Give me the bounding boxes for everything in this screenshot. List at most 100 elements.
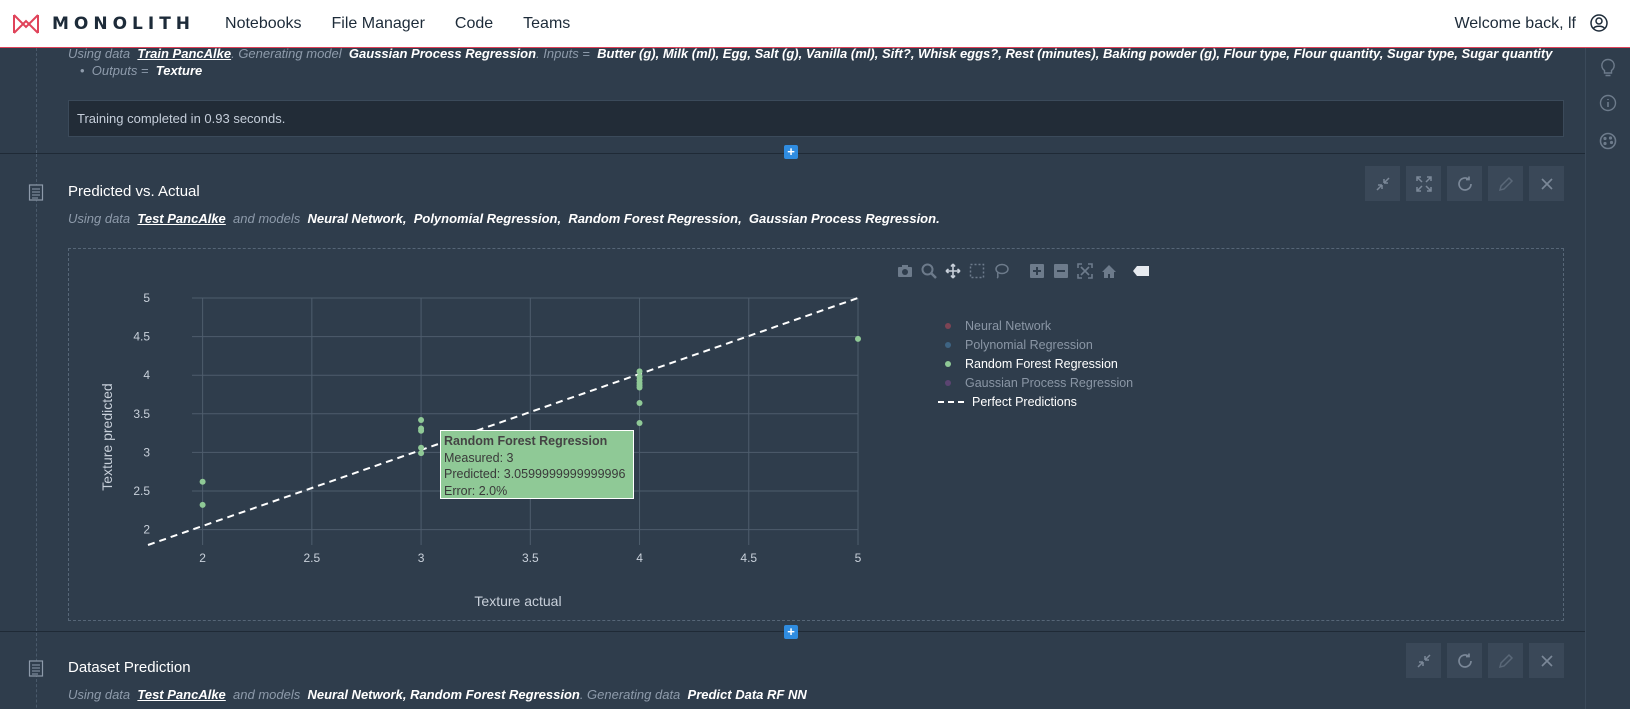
zoom-button[interactable] xyxy=(920,262,938,280)
pva-model-2: Polynomial Regression, xyxy=(413,211,562,226)
close-button[interactable] xyxy=(1529,643,1564,678)
legend-item-polynomial-regression[interactable]: Polynomial Regression xyxy=(938,335,1133,354)
refresh-icon xyxy=(1457,176,1472,191)
camera-icon xyxy=(898,265,912,277)
training-outputs: • Outputs = Texture xyxy=(80,63,203,78)
dataset-prediction-cell: Dataset Prediction Using data Test PancA… xyxy=(0,633,1585,709)
legend-item-neural-network[interactable]: Neural Network xyxy=(938,316,1133,335)
close-icon xyxy=(1540,177,1553,190)
monolith-logo-icon xyxy=(13,13,39,34)
expand-icon xyxy=(1415,175,1432,192)
dataset-link[interactable]: Test PancAlke xyxy=(137,687,225,702)
legend-item-gaussian-process-regression[interactable]: Gaussian Process Regression xyxy=(938,373,1133,392)
pva-model-1: Neural Network, xyxy=(307,211,407,226)
lightbulb-icon[interactable] xyxy=(1599,58,1617,78)
legend-line xyxy=(938,400,964,403)
tooltip-error: Error: 2.0% xyxy=(444,483,508,498)
plotly-logo-button[interactable] xyxy=(1132,262,1150,280)
legend-item-perfect-predictions[interactable]: Perfect Predictions xyxy=(938,392,1133,411)
info-icon[interactable] xyxy=(1599,94,1617,112)
palette-icon[interactable] xyxy=(1599,132,1617,150)
legend-label: Perfect Predictions xyxy=(972,394,1077,409)
edit-button[interactable] xyxy=(1488,166,1523,201)
top-navbar: MONOLITH Notebooks File Manager Code Tea… xyxy=(0,0,1630,48)
training-result: Training completed in 0.93 seconds. xyxy=(68,100,1564,137)
plotly-logo-icon xyxy=(1133,266,1149,276)
pan-button[interactable] xyxy=(944,262,962,280)
collapse-button[interactable] xyxy=(1365,166,1400,201)
legend-label: Random Forest Regression xyxy=(965,356,1118,371)
training-dataset-link[interactable]: Train PancAlke xyxy=(137,48,231,61)
welcome-text: Welcome back, lf xyxy=(1454,15,1576,32)
tooltip-measured: Measured: 3 xyxy=(444,450,514,465)
legend-item-random-forest-regression[interactable]: Random Forest Regression xyxy=(938,354,1133,373)
box-select-icon xyxy=(969,263,985,279)
refresh-button[interactable] xyxy=(1447,166,1482,201)
close-button[interactable] xyxy=(1529,166,1564,201)
nav-teams[interactable]: Teams xyxy=(523,15,570,33)
pan-icon xyxy=(945,263,961,279)
zoom-in-icon xyxy=(1030,264,1044,278)
legend-marker xyxy=(945,322,951,329)
plot-frame xyxy=(68,248,1564,621)
edit-button[interactable] xyxy=(1488,643,1523,678)
cell-title: Predicted vs. Actual xyxy=(68,183,200,200)
legend-label: Polynomial Regression xyxy=(965,337,1093,352)
hover-tooltip: Random Forest Regression Measured: 3 Pre… xyxy=(440,430,634,499)
box-select-button[interactable] xyxy=(968,262,986,280)
legend-label: Gaussian Process Regression xyxy=(965,375,1134,390)
tooltip-title: Random Forest Regression xyxy=(444,434,608,448)
user-icon[interactable] xyxy=(1590,14,1608,32)
chart-legend: Neural Network Polynomial Regression Ran… xyxy=(938,316,1133,411)
pva-model-4: Gaussian Process Regression. xyxy=(748,211,940,226)
zoom-icon xyxy=(921,263,937,279)
training-desc: Using data Train PancAlke. Generating mo… xyxy=(68,48,1553,61)
autoscale-icon xyxy=(1077,263,1093,279)
right-sidebar xyxy=(1585,48,1630,709)
lasso-icon xyxy=(995,263,1009,279)
legend-marker xyxy=(945,379,951,386)
document-icon xyxy=(28,184,44,201)
training-inputs: Butter (g), Milk (ml), Egg, Salt (g), Va… xyxy=(597,48,1553,61)
cell-gutter xyxy=(36,154,37,631)
generated-data: Predict Data RF NN xyxy=(687,687,807,702)
pva-dataset-link[interactable]: Test PancAlke xyxy=(137,211,225,226)
download-plot-button[interactable] xyxy=(896,262,914,280)
collapse-icon xyxy=(1416,653,1431,668)
tooltip-predicted: Predicted: 3.0599999999999996 xyxy=(444,467,626,481)
cell-gutter xyxy=(36,48,37,153)
refresh-button[interactable] xyxy=(1447,643,1482,678)
collapse-icon xyxy=(1375,176,1390,191)
training-model: Gaussian Process Regression xyxy=(348,48,537,61)
pva-desc: Using data Test PancAlke and models Neur… xyxy=(68,211,940,226)
training-cell: Using data Train PancAlke. Generating mo… xyxy=(0,48,1585,154)
zoom-out-icon xyxy=(1054,264,1068,278)
pva-model-3: Random Forest Regression, xyxy=(568,211,742,226)
reset-axes-button[interactable] xyxy=(1100,262,1118,280)
brand-logo[interactable]: MONOLITH xyxy=(12,12,195,36)
notebook-main: Using data Train PancAlke. Generating mo… xyxy=(0,48,1585,709)
nav-notebooks[interactable]: Notebooks xyxy=(225,15,302,33)
legend-label: Neural Network xyxy=(965,318,1052,333)
zoom-in-button[interactable] xyxy=(1028,262,1046,280)
legend-marker xyxy=(945,360,951,367)
legend-marker xyxy=(945,341,951,348)
dataset-desc: Using data Test PancAlke and models Neur… xyxy=(68,687,807,702)
refresh-icon xyxy=(1457,653,1472,668)
edit-icon xyxy=(1498,653,1513,668)
cell-title: Dataset Prediction xyxy=(68,659,191,676)
document-icon xyxy=(28,660,44,677)
plot-modebar xyxy=(896,262,1156,280)
autoscale-button[interactable] xyxy=(1076,262,1094,280)
dataset-models: Neural Network, Random Forest Regression xyxy=(307,687,580,702)
collapse-button[interactable] xyxy=(1406,643,1441,678)
close-icon xyxy=(1540,654,1553,667)
nav-file-manager[interactable]: File Manager xyxy=(332,15,425,33)
expand-button[interactable] xyxy=(1406,166,1441,201)
zoom-out-button[interactable] xyxy=(1052,262,1070,280)
edit-icon xyxy=(1498,176,1513,191)
lasso-select-button[interactable] xyxy=(992,262,1010,280)
nav-code[interactable]: Code xyxy=(455,15,493,33)
brand-name: MONOLITH xyxy=(52,13,196,34)
reset-axes-icon xyxy=(1102,264,1116,278)
